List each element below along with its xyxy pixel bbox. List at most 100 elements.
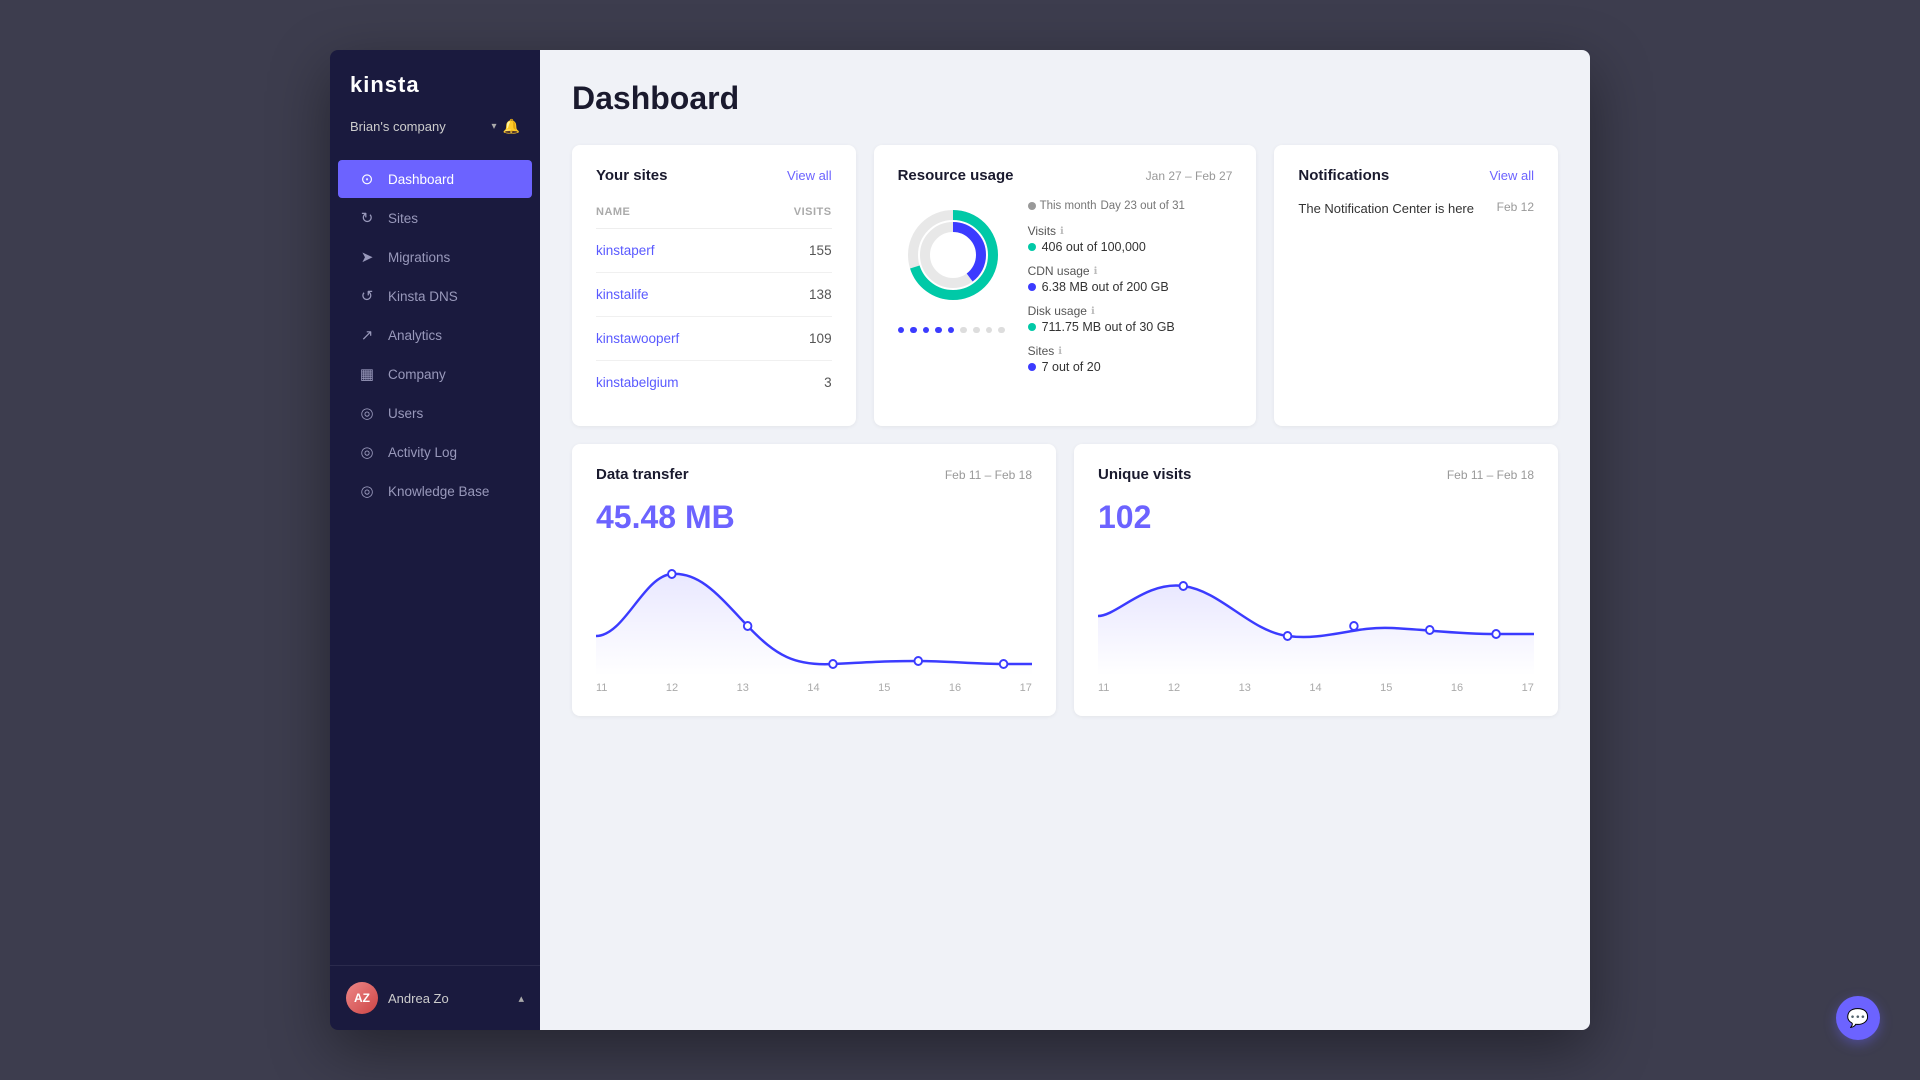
kinsta-logo: kinsta [350, 72, 420, 98]
bell-icon[interactable]: 🔔 [503, 118, 520, 135]
col-visits: VISITS [794, 206, 832, 218]
chat-button[interactable]: 💬 [1836, 996, 1880, 1040]
notification-item: The Notification Center is here Feb 12 [1298, 200, 1534, 218]
uv-x-label-15: 15 [1380, 682, 1392, 694]
resource-usage-title: Resource usage [898, 167, 1014, 184]
unique-visits-date: Feb 11 – Feb 18 [1447, 468, 1534, 482]
table-row: kinstabelgium 3 [596, 361, 832, 404]
site-visits: 3 [824, 375, 832, 390]
sidebar-item-activity-log[interactable]: ◎ Activity Log [338, 433, 532, 471]
metric-value: 711.75 MB out of 30 GB [1028, 320, 1233, 334]
sidebar-item-dashboard[interactable]: ⊙ Dashboard [338, 160, 532, 198]
site-visits: 109 [809, 331, 832, 346]
metric-row: CDN usage ℹ 6.38 MB out of 200 GB [1028, 264, 1233, 294]
site-name[interactable]: kinstaperf [596, 243, 655, 258]
your-sites-view-all[interactable]: View all [787, 168, 832, 183]
data-transfer-value: 45.48 MB [596, 499, 1032, 536]
donut-chart [898, 200, 1008, 310]
uv-x-label-13: 13 [1239, 682, 1251, 694]
unique-visits-header: Unique visits Feb 11 – Feb 18 [1098, 466, 1534, 483]
sidebar-item-analytics[interactable]: ↗Analytics [338, 316, 532, 354]
metric-label: CDN usage ℹ [1028, 264, 1233, 278]
sidebar-item-sites[interactable]: ↻ Sites [338, 199, 532, 237]
sidebar-item-label-activity-log: Activity Log [388, 445, 457, 460]
top-cards-row: Your sites View all NAME VISITS kinstape… [572, 145, 1558, 426]
knowledge-base-icon: ◎ [358, 482, 376, 500]
progress-dot [948, 327, 955, 333]
metric-row: Disk usage ℹ 711.75 MB out of 30 GB [1028, 304, 1233, 334]
this-month-badge: This month Day 23 out of 31 [1028, 200, 1233, 212]
page-title: Dashboard [572, 80, 1558, 117]
notifications-view-all[interactable]: View all [1489, 168, 1534, 183]
sidebar-item-label-sites: Sites [388, 211, 418, 226]
sidebar-item-label-dashboard: Dashboard [388, 172, 454, 187]
user-name: Andrea Zo [388, 991, 518, 1006]
data-transfer-svg [596, 556, 1032, 676]
sidebar-item-label-migrations: Migrations [388, 250, 450, 265]
data-transfer-title: Data transfer [596, 466, 689, 483]
x-label-13: 13 [737, 682, 749, 694]
day-out-of: Day 23 out of 31 [1100, 200, 1184, 212]
sidebar-item-users[interactable]: ◎Users [338, 394, 532, 432]
progress-bar-area [898, 327, 1008, 333]
company-name: Brian's company [350, 119, 486, 134]
resource-usage-card: Resource usage Jan 27 – Feb 27 [874, 145, 1257, 426]
unique-visits-svg [1098, 556, 1534, 676]
this-month-label: This month [1040, 200, 1097, 212]
sidebar-footer: AZ Andrea Zo ▴ [330, 965, 540, 1030]
metric-row: Visits ℹ 406 out of 100,000 [1028, 224, 1233, 254]
bottom-cards-row: Data transfer Feb 11 – Feb 18 45.48 MB [572, 444, 1558, 716]
sidebar-item-knowledge-base[interactable]: ◎ Knowledge Base [338, 472, 532, 510]
table-row: kinstawooperf 109 [596, 317, 832, 361]
sidebar-header: kinsta [330, 50, 540, 114]
site-visits: 155 [809, 243, 832, 258]
your-sites-title: Your sites [596, 167, 667, 184]
sidebar-item-kinsta-dns[interactable]: ↺Kinsta DNS [338, 277, 532, 315]
metric-value: 406 out of 100,000 [1028, 240, 1233, 254]
sidebar-item-company[interactable]: ▦Company [338, 355, 532, 393]
notification-text: The Notification Center is here [1298, 200, 1474, 218]
unique-visits-card: Unique visits Feb 11 – Feb 18 102 [1074, 444, 1558, 716]
unique-visits-value: 102 [1098, 499, 1534, 536]
unique-visits-chart [1098, 556, 1534, 676]
company-selector[interactable]: Brian's company ▾ 🔔 [330, 114, 540, 155]
dashboard-icon: ⊙ [358, 170, 376, 188]
sites-icon: ↻ [358, 209, 376, 227]
notifications-header: Notifications View all [1298, 167, 1534, 184]
site-name[interactable]: kinstabelgium [596, 375, 679, 390]
notifications-card: Notifications View all The Notification … [1274, 145, 1558, 426]
progress-dot [986, 327, 993, 333]
uv-x-label-16: 16 [1451, 682, 1463, 694]
data-transfer-header: Data transfer Feb 11 – Feb 18 [596, 466, 1032, 483]
chat-icon: 💬 [1847, 1008, 1869, 1029]
sidebar-item-migrations[interactable]: ➤Migrations [338, 238, 532, 276]
unique-visits-title: Unique visits [1098, 466, 1191, 483]
notifications-title: Notifications [1298, 167, 1389, 184]
sidebar-item-label-knowledge-base: Knowledge Base [388, 484, 489, 499]
progress-dot [923, 327, 930, 333]
chevron-up-icon: ▴ [518, 992, 524, 1005]
sidebar: kinsta Brian's company ▾ 🔔 ⊙ Dashboard ↻ Si… [330, 50, 540, 1030]
unique-visits-x-axis: 11 12 13 14 15 16 17 [1098, 676, 1534, 694]
your-sites-header: Your sites View all [596, 167, 832, 184]
metric-label: Disk usage ℹ [1028, 304, 1233, 318]
uv-x-label-14: 14 [1309, 682, 1321, 694]
activity-log-icon: ◎ [358, 443, 376, 461]
table-row: kinstalife 138 [596, 273, 832, 317]
analytics-icon: ↗ [358, 326, 376, 344]
x-label-17: 17 [1020, 682, 1032, 694]
x-label-11: 11 [596, 682, 607, 694]
col-name: NAME [596, 206, 630, 218]
users-icon: ◎ [358, 404, 376, 422]
site-name[interactable]: kinstalife [596, 287, 649, 302]
metric-label: Visits ℹ [1028, 224, 1233, 238]
metric-dot [1028, 243, 1036, 251]
progress-dot [998, 327, 1005, 333]
x-label-16: 16 [949, 682, 961, 694]
data-transfer-chart [596, 556, 1032, 676]
uv-x-label-12: 12 [1168, 682, 1180, 694]
main-content: Dashboard Your sites View all NAME VISIT… [540, 50, 1590, 1030]
site-name[interactable]: kinstawooperf [596, 331, 679, 346]
resource-usage-inner: This month Day 23 out of 31 Visits ℹ 406… [898, 200, 1233, 384]
data-transfer-date: Feb 11 – Feb 18 [945, 468, 1032, 482]
